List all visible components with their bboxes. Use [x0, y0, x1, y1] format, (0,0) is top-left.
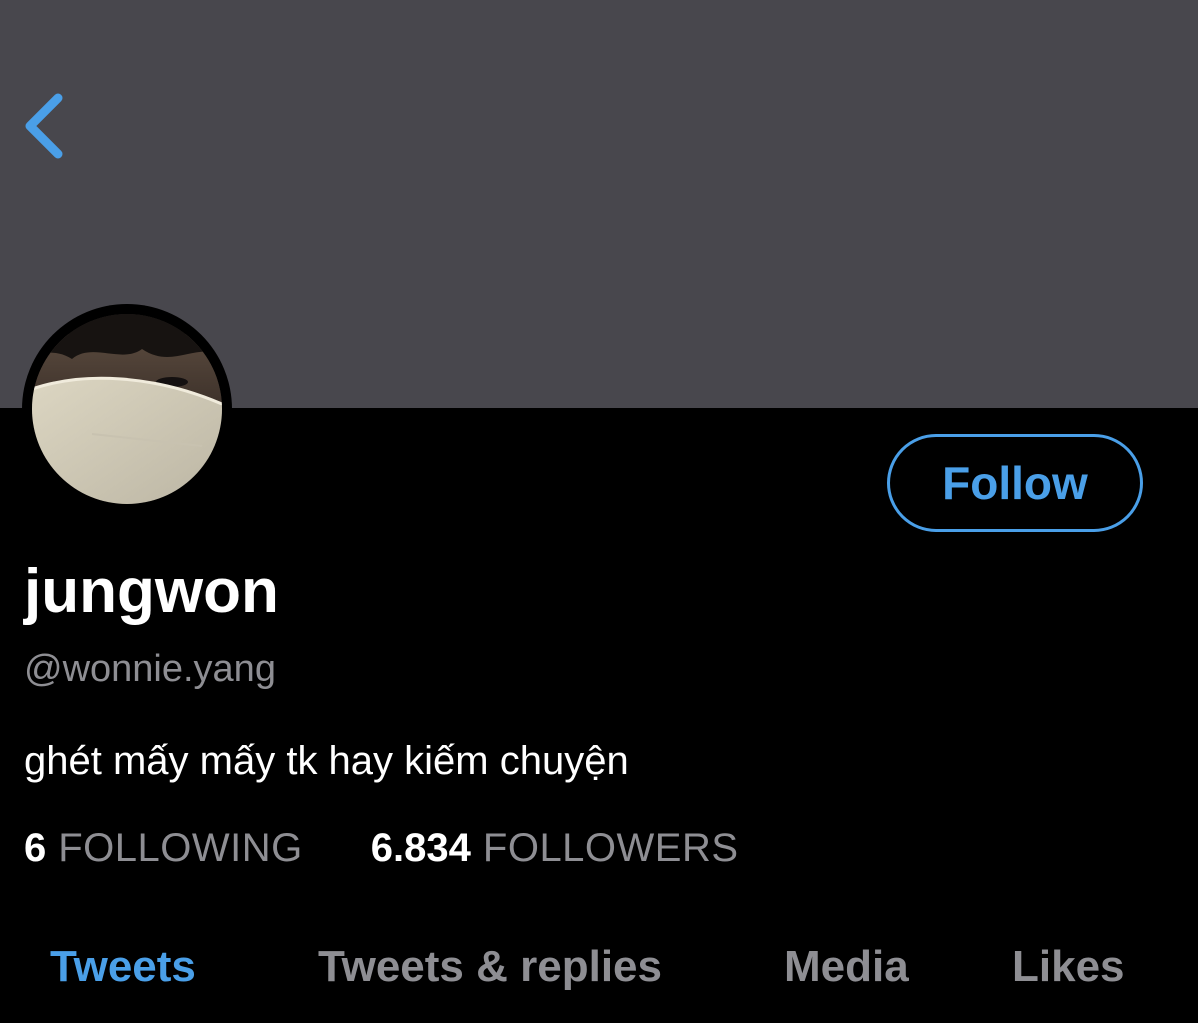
profile-tabs: Tweets Tweets & replies Media Likes: [0, 936, 1198, 998]
followers-count: 6.834: [370, 825, 471, 870]
profile-screen: Follow jungwon @wonnie.yang ghét mấy mấy…: [0, 0, 1198, 1023]
tab-media[interactable]: Media: [784, 936, 909, 998]
follow-button[interactable]: Follow: [887, 434, 1143, 532]
tab-likes[interactable]: Likes: [1012, 936, 1125, 998]
following-label: FOLLOWING: [58, 825, 303, 870]
back-button[interactable]: [18, 88, 78, 164]
chevron-left-icon: [25, 93, 63, 159]
following-stat[interactable]: 6 FOLLOWING: [24, 826, 303, 871]
tab-tweets[interactable]: Tweets: [50, 936, 196, 998]
followers-label: FOLLOWERS: [482, 825, 739, 870]
avatar-ring: [22, 304, 232, 514]
followers-stat[interactable]: 6.834 FOLLOWERS: [371, 826, 739, 871]
following-count: 6: [24, 825, 47, 870]
avatar[interactable]: [32, 314, 222, 504]
avatar-photo: [32, 314, 222, 504]
user-handle: @wonnie.yang: [24, 648, 276, 690]
profile-stats: 6 FOLLOWING 6.834 FOLLOWERS: [24, 822, 739, 874]
display-name: jungwon: [24, 557, 279, 626]
profile-bio: ghét mấy mấy tk hay kiếm chuyện: [24, 739, 629, 783]
tab-tweets-replies[interactable]: Tweets & replies: [318, 936, 662, 998]
